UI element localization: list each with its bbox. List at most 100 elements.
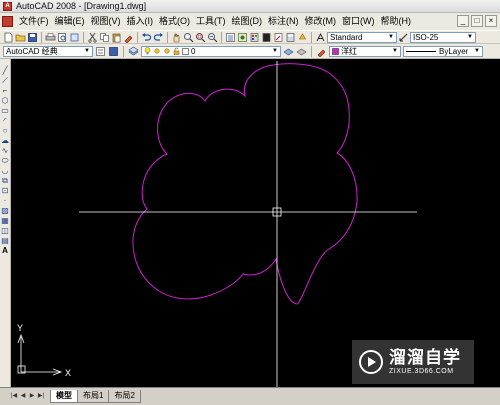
calculator-icon[interactable] xyxy=(285,32,296,43)
drawing-document-icon[interactable] xyxy=(2,16,13,27)
revision-cloud-icon[interactable]: ☁ xyxy=(1,136,10,145)
plot-preview-icon[interactable] xyxy=(57,32,68,43)
gradient-icon[interactable]: ▦ xyxy=(1,216,10,225)
workspace-settings-icon[interactable] xyxy=(95,46,106,57)
dimension-style-icon[interactable] xyxy=(398,32,409,43)
menu-format[interactable]: 格式(O) xyxy=(156,14,193,29)
draw-toolbar: ╱ ⟋ ⌐ ⬡ ▭ ◜ ○ ☁ ∿ ⬭ ◡ ⧉ ⊡ · ▨ ▦ ◫ ▤ A xyxy=(0,59,11,389)
menu-draw[interactable]: 绘图(D) xyxy=(229,14,266,29)
layers-properties-toolbar: AutoCAD 经典 ▼ 0 ▼ 洋红 ▼ ByLayer ▼ xyxy=(0,44,500,59)
watermark-logo-icon xyxy=(359,350,383,374)
polygon-icon[interactable]: ⬡ xyxy=(1,96,10,105)
match-properties-icon[interactable] xyxy=(123,32,134,43)
watermark-brand: 溜溜自学 xyxy=(389,348,461,367)
multiline-text-icon[interactable]: A xyxy=(1,246,10,255)
layer-select[interactable]: 0 ▼ xyxy=(141,45,281,57)
chevron-down-icon: ▼ xyxy=(467,33,473,40)
chevron-down-icon: ▼ xyxy=(392,47,398,54)
arc-icon[interactable]: ◜ xyxy=(1,116,10,125)
autocad-app-icon[interactable]: A xyxy=(3,1,12,11)
standard-toolbar: Standard ▼ ISO-25 ▼ xyxy=(0,30,500,44)
menu-dimension[interactable]: 标注(N) xyxy=(265,14,302,29)
menu-window[interactable]: 窗口(W) xyxy=(339,14,378,29)
markup-icon[interactable] xyxy=(273,32,284,43)
layer-name: 0 xyxy=(191,46,196,56)
sheet-set-icon[interactable] xyxy=(261,32,272,43)
sun-icon[interactable] xyxy=(153,47,161,55)
paste-icon[interactable] xyxy=(111,32,122,43)
menu-help[interactable]: 帮助(H) xyxy=(378,14,415,29)
window-title: AutoCAD 2008 - [Drawing1.dwg] xyxy=(16,1,147,11)
next-tab-button[interactable]: ▶ xyxy=(28,392,36,401)
watermark-text: 溜溜自学 ZIXUE.3D66.COM xyxy=(389,348,461,376)
open-folder-icon[interactable] xyxy=(15,32,26,43)
undo-icon[interactable] xyxy=(141,32,152,43)
ucs-y-label: Y xyxy=(17,323,23,333)
toolbar-separator xyxy=(311,45,312,57)
drawing-canvas[interactable]: Y X xyxy=(11,59,500,387)
first-tab-button[interactable]: |◀ xyxy=(10,392,18,401)
zoom-realtime-icon[interactable] xyxy=(183,32,194,43)
print-icon[interactable] xyxy=(45,32,56,43)
ellipse-arc-icon[interactable]: ◡ xyxy=(1,166,10,175)
color-select[interactable]: 洋红 ▼ xyxy=(329,45,401,57)
rectangle-icon[interactable]: ▭ xyxy=(1,106,10,115)
make-block-icon[interactable]: ⊡ xyxy=(1,186,10,195)
minimize-button[interactable]: _ xyxy=(457,15,469,27)
menu-insert[interactable]: 插入(I) xyxy=(124,14,157,29)
hatch-icon[interactable]: ▨ xyxy=(1,206,10,215)
copy-icon[interactable] xyxy=(99,32,110,43)
spline-icon[interactable]: ∿ xyxy=(1,146,10,155)
tab-layout2[interactable]: 布局2 xyxy=(108,390,141,403)
menu-edit[interactable]: 编辑(E) xyxy=(52,14,88,29)
line-icon[interactable]: ╱ xyxy=(1,66,10,75)
workspace-value: AutoCAD 经典 xyxy=(6,46,58,56)
previous-tab-button[interactable]: ◀ xyxy=(19,392,27,401)
zoom-window-icon[interactable] xyxy=(195,32,206,43)
help-icon[interactable] xyxy=(297,32,308,43)
close-button[interactable]: × xyxy=(485,15,497,27)
polyline-icon[interactable]: ⌐ xyxy=(1,86,10,95)
menu-tools[interactable]: 工具(T) xyxy=(193,14,229,29)
publish-icon[interactable] xyxy=(69,32,80,43)
pan-hand-icon[interactable] xyxy=(171,32,182,43)
sun-viewport-icon[interactable] xyxy=(163,47,171,55)
menu-modify[interactable]: 修改(M) xyxy=(302,14,340,29)
menu-file[interactable]: 文件(F) xyxy=(16,14,52,29)
workspace-select[interactable]: AutoCAD 经典 ▼ xyxy=(3,45,93,57)
layer-properties-icon[interactable] xyxy=(128,46,139,57)
text-style-select[interactable]: Standard ▼ xyxy=(327,31,397,43)
redo-icon[interactable] xyxy=(153,32,164,43)
last-tab-button[interactable]: ▶| xyxy=(37,392,45,401)
zoom-previous-icon[interactable] xyxy=(207,32,218,43)
dimension-style-select[interactable]: ISO-25 ▼ xyxy=(410,31,476,43)
cloud-shape[interactable] xyxy=(132,63,358,305)
tool-palettes-icon[interactable] xyxy=(249,32,260,43)
point-icon[interactable]: · xyxy=(1,196,10,205)
linetype-select[interactable]: ByLayer ▼ xyxy=(403,45,483,57)
insert-block-icon[interactable]: ⧉ xyxy=(1,176,10,185)
color-control-icon[interactable] xyxy=(316,46,327,57)
tab-layout1[interactable]: 布局1 xyxy=(77,390,110,403)
toolbar-separator xyxy=(167,31,168,43)
circle-icon[interactable]: ○ xyxy=(1,126,10,135)
layer-previous-icon[interactable] xyxy=(296,46,307,57)
restore-button[interactable]: □ xyxy=(471,15,483,27)
unlock-icon[interactable] xyxy=(173,47,180,55)
tab-model[interactable]: 模型 xyxy=(50,390,78,403)
cut-icon[interactable] xyxy=(87,32,98,43)
lightbulb-icon[interactable] xyxy=(144,47,151,55)
save-icon[interactable] xyxy=(27,32,38,43)
properties-icon[interactable] xyxy=(225,32,236,43)
make-current-layer-icon[interactable] xyxy=(283,46,294,57)
menu-view[interactable]: 视图(V) xyxy=(88,14,124,29)
table-icon[interactable]: ▤ xyxy=(1,236,10,245)
text-style-icon[interactable] xyxy=(315,32,326,43)
construction-line-icon[interactable]: ⟋ xyxy=(1,76,10,85)
watermark: 溜溜自学 ZIXUE.3D66.COM xyxy=(352,340,474,384)
save-workspace-icon[interactable] xyxy=(108,46,119,57)
region-icon[interactable]: ◫ xyxy=(1,226,10,235)
new-file-icon[interactable] xyxy=(3,32,14,43)
ellipse-icon[interactable]: ⬭ xyxy=(1,156,10,165)
design-center-icon[interactable] xyxy=(237,32,248,43)
